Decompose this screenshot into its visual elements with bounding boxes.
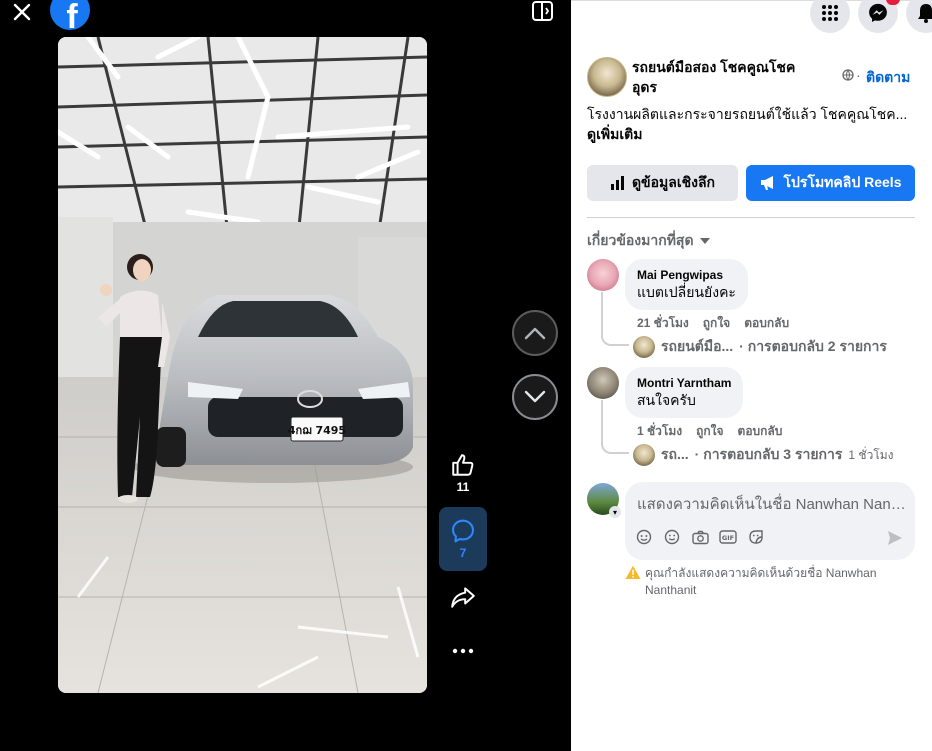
follow-button[interactable]: ติดตาม xyxy=(866,67,910,89)
comment-author[interactable]: Montri Yarntham xyxy=(637,375,731,391)
reply-time: 1 ชั่วโมง xyxy=(848,447,894,462)
comment-composer: แสดงความคิดเห็นในชื่อ Nanwhan Nanthanit … xyxy=(625,482,915,560)
comment-button[interactable]: 7 xyxy=(439,507,487,571)
warning-icon xyxy=(625,565,641,579)
camera-icon xyxy=(691,530,709,544)
thread-line xyxy=(601,400,629,454)
bell-icon xyxy=(918,4,932,23)
more-options-button[interactable] xyxy=(439,648,487,654)
insights-button[interactable]: ดูข้อมูลเชิงลึก xyxy=(587,165,738,201)
see-more-link[interactable]: ดูเพิ่มเติม xyxy=(587,124,642,146)
comment-count: 7 xyxy=(459,546,467,560)
thumbs-up-icon xyxy=(452,454,474,476)
comment-bubble: Mai Pengwipas แบตเปลี่ยนยังคะ xyxy=(625,259,748,310)
sticker-button[interactable] xyxy=(747,528,765,546)
like-button[interactable]: 11 xyxy=(439,452,487,494)
comment-reply-link[interactable]: ตอบกลับ xyxy=(744,314,789,333)
notifications-button[interactable] xyxy=(906,0,932,33)
comment-like-link[interactable]: ถูกใจ xyxy=(703,314,730,333)
emoji-button[interactable] xyxy=(663,528,681,546)
commenter-avatar[interactable] xyxy=(587,259,619,291)
send-comment-button[interactable] xyxy=(887,530,903,551)
reply-summary: · การตอบกลับ 3 รายการ xyxy=(694,446,843,462)
promote-reel-button[interactable]: โปรโมทคลิป Reels xyxy=(746,165,915,201)
send-icon xyxy=(888,531,902,545)
reply-author: รถ... xyxy=(661,446,689,462)
comment-bubble: Montri Yarntham สนใจครับ xyxy=(625,367,744,418)
messenger-icon xyxy=(869,3,887,22)
comment-time[interactable]: 1 ชั่วโมง xyxy=(637,422,682,441)
reel-video[interactable]: 4กฌ 7495 xyxy=(58,37,427,693)
panel-toggle-icon xyxy=(532,1,553,21)
divider xyxy=(587,217,915,218)
facebook-logo[interactable]: f xyxy=(50,0,90,30)
profile-switch-caret-icon[interactable]: ▾ xyxy=(609,506,621,518)
camera-button[interactable] xyxy=(691,528,709,546)
promote-label: โปรโมทคลิป Reels xyxy=(783,174,902,190)
share-button[interactable] xyxy=(439,585,487,609)
view-replies-link[interactable]: รถยนต์มือ... · การตอบกลับ 2 รายการ xyxy=(633,336,887,358)
globe-icon xyxy=(842,69,854,84)
gif-button[interactable]: GIF xyxy=(719,528,737,546)
page-name[interactable]: รถยนต์มือสอง โชคคูณโชค อุดร xyxy=(632,57,822,97)
close-button[interactable] xyxy=(8,0,36,24)
megaphone-icon xyxy=(760,176,773,190)
video-frame: 4กฌ 7495 xyxy=(58,37,427,693)
comment-sort-dropdown[interactable]: เกี่ยวข้องมากที่สุด xyxy=(587,230,710,252)
reply-author: รถยนต์มือ... xyxy=(661,338,734,354)
sticker-icon xyxy=(749,530,763,544)
license-plate: 4กฌ 7495 xyxy=(288,424,346,437)
comment-meta: 21 ชั่วโมง ถูกใจ ตอบกลับ xyxy=(637,314,789,333)
comment-input[interactable]: แสดงความคิดเห็นในชื่อ Nanwhan Nanthanit xyxy=(637,492,907,516)
share-icon xyxy=(451,587,475,608)
comment-text: แบตเปลี่ยนยังคะ xyxy=(637,284,736,300)
composer-toolbar: GIF xyxy=(635,528,765,546)
like-count: 11 xyxy=(456,480,470,494)
separator-dot: · xyxy=(856,67,861,83)
insights-label: ดูข้อมูลเชิงลึก xyxy=(631,174,716,190)
close-icon xyxy=(13,3,31,21)
facebook-f-icon: f xyxy=(66,0,78,30)
previous-reel-button[interactable] xyxy=(512,310,558,356)
bar-chart-icon xyxy=(610,176,624,190)
page-avatar[interactable] xyxy=(587,57,627,97)
comment-text: สนใจครับ xyxy=(637,392,696,408)
grid-menu-icon xyxy=(822,5,838,21)
comment-time[interactable]: 21 ชั่วโมง xyxy=(637,314,689,333)
caret-down-icon xyxy=(699,238,710,244)
comment-author[interactable]: Mai Pengwipas xyxy=(637,267,736,283)
identity-notice: คุณกำลังแสดงความคิดเห็นด้วยชื่อ Nanwhan … xyxy=(625,565,915,599)
next-reel-button[interactable] xyxy=(512,374,558,420)
gif-icon: GIF xyxy=(719,530,737,544)
svg-text:GIF: GIF xyxy=(722,534,734,542)
chevron-down-icon xyxy=(524,390,546,403)
emoji-icon xyxy=(664,529,680,545)
reel-description: โรงงานผลิตและกระจายรถยนต์ใช้แล้ว โชคคูณโ… xyxy=(587,106,908,122)
thread-line xyxy=(601,292,629,346)
expand-button[interactable] xyxy=(530,0,556,22)
sort-label: เกี่ยวข้องมากที่สุด xyxy=(587,232,694,248)
reply-avatar xyxy=(633,444,655,466)
comment-meta: 1 ชั่วโมง ถูกใจ ตอบกลับ xyxy=(637,422,782,441)
reel-viewer: f 4กฌ 7495 11 7 xyxy=(0,0,571,751)
reply-avatar xyxy=(633,336,655,358)
comment-reply-link[interactable]: ตอบกลับ xyxy=(738,422,783,441)
identity-notice-text: คุณกำลังแสดงความคิดเห็นด้วยชื่อ Nanwhan … xyxy=(645,566,877,597)
menu-button[interactable] xyxy=(810,0,850,33)
avatar-sticker-icon xyxy=(636,529,652,545)
chevron-up-icon xyxy=(524,327,546,340)
reel-details-panel: รถยนต์มือสอง โชคคูณโชค อุดร · ติดตาม โรง… xyxy=(571,0,932,751)
view-replies-link[interactable]: รถ... · การตอบกลับ 3 รายการ 1 ชั่วโมง xyxy=(633,444,894,466)
comment-bubble-icon xyxy=(452,519,474,543)
messenger-button[interactable] xyxy=(858,0,900,33)
reply-summary: · การตอบกลับ 2 รายการ xyxy=(739,338,887,354)
comment-like-link[interactable]: ถูกใจ xyxy=(696,422,723,441)
more-dots-icon xyxy=(452,648,474,654)
avatar-sticker-button[interactable] xyxy=(635,528,653,546)
commenter-avatar[interactable] xyxy=(587,367,619,399)
